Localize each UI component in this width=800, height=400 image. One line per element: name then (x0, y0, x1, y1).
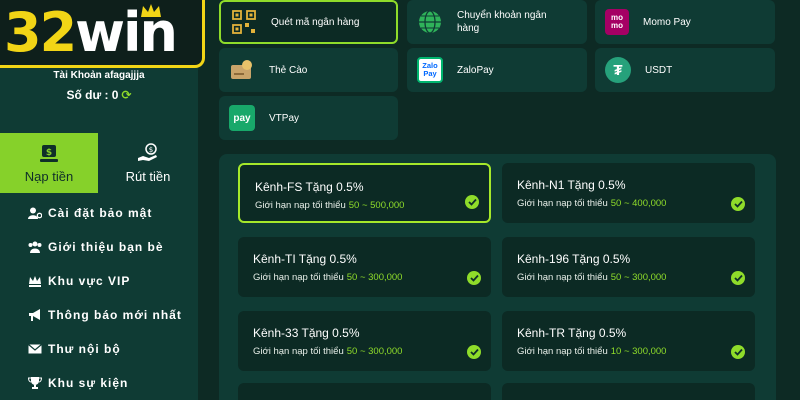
momo-icon: mo mo (605, 9, 629, 35)
payment-method-bank-transfer[interactable]: Chuyển khoản ngân hàng (407, 0, 587, 44)
menu-item-security[interactable]: Cài đặt bảo mật (0, 196, 198, 230)
payment-method-scratch-card[interactable]: Thẻ Cào (219, 48, 398, 92)
tether-icon: ₮ (605, 57, 631, 83)
menu-item-label: Khu vực VIP (48, 274, 131, 288)
channel-range: 50 ~ 300,000 (610, 272, 667, 283)
qr-code-icon (231, 9, 257, 35)
channel-limit: Giới hạn nạp tối thiểu 50 ~ 300,000 (517, 272, 667, 283)
check-icon (731, 271, 745, 285)
menu-item-notifications[interactable]: Thông báo mới nhất (0, 298, 198, 332)
channel-range: 50 ~ 300,000 (346, 346, 403, 357)
tab-withdraw-label: Rút tiền (125, 168, 171, 184)
deposit-coin-icon: $ (40, 144, 58, 162)
zalopay-icon: Zalo Pay (417, 57, 443, 83)
envelope-icon (28, 344, 42, 354)
channel-limit: Giới hạn nạp tối thiểu 50 ~ 300,000 (253, 272, 403, 283)
payment-method-label: Thẻ Cào (269, 64, 308, 76)
channel-card-n1[interactable]: Kênh-N1 Tặng 0.5% Giới hạn nạp tối thiểu… (502, 163, 755, 223)
channel-range: 50 ~ 500,000 (348, 200, 405, 211)
refresh-icon[interactable]: ⟳ (121, 88, 131, 102)
menu-item-label: Khu sự kiện (48, 376, 129, 390)
payment-method-qr-bank[interactable]: Quét mã ngân hàng (219, 0, 398, 44)
channel-title: Kênh-TR Tặng 0.5% (517, 326, 627, 340)
channel-card-partial[interactable] (502, 383, 755, 400)
menu-item-inbox[interactable]: Thư nội bộ (0, 332, 198, 366)
account-name: Tài Khoản afagajjja (53, 70, 145, 81)
check-icon (467, 271, 481, 285)
channel-title: Kênh-FS Tặng 0.5% (255, 180, 364, 194)
megaphone-icon (29, 309, 40, 321)
tab-deposit[interactable]: $ Nạp tiền (0, 133, 98, 193)
menu-item-referral[interactable]: Giới thiệu bạn bè (0, 230, 198, 264)
payment-method-label: Chuyển khoản ngân hàng (457, 10, 547, 34)
channel-card-fs[interactable]: Kênh-FS Tặng 0.5% Giới hạn nạp tối thiểu… (238, 163, 491, 223)
channel-card-partial[interactable] (238, 383, 491, 400)
tab-deposit-label: Nạp tiền (24, 168, 74, 184)
balance-text: Số dư : 0 (66, 88, 119, 102)
svg-text:$: $ (46, 148, 52, 158)
payment-method-label: Quét mã ngân hàng (271, 16, 360, 28)
menu-item-events[interactable]: Khu sự kiện (0, 366, 198, 400)
channel-title: Kênh-33 Tặng 0.5% (253, 326, 360, 340)
check-icon (731, 197, 745, 211)
balance: Số dư : 0 ⟳ (0, 88, 198, 102)
menu-item-label: Cài đặt bảo mật (48, 206, 153, 220)
svg-text:$: $ (149, 146, 153, 154)
menu-item-label: Thông báo mới nhất (48, 308, 182, 322)
scratch-card-icon (229, 57, 255, 83)
logo[interactable]: 32win (0, 0, 205, 68)
payment-method-label: Momo Pay (643, 16, 691, 28)
channel-title: Kênh-TI Tặng 0.5% (253, 252, 357, 266)
channel-limit: Giới hạn nạp tối thiểu 50 ~ 500,000 (255, 200, 405, 211)
channel-range: 50 ~ 300,000 (346, 272, 403, 283)
payment-method-momo[interactable]: mo mo Momo Pay (595, 0, 775, 44)
tab-withdraw[interactable]: $ Rút tiền (98, 133, 198, 193)
globe-icon (417, 9, 443, 35)
payment-method-vtpay[interactable]: pay VTPay (219, 96, 398, 140)
payment-method-label: USDT (645, 64, 673, 76)
vtpay-icon: pay (229, 105, 255, 131)
channel-card-ti[interactable]: Kênh-TI Tặng 0.5% Giới hạn nạp tối thiểu… (238, 237, 491, 297)
channel-range: 10 ~ 300,000 (610, 346, 667, 357)
channel-limit: Giới hạn nạp tối thiểu 50 ~ 300,000 (253, 346, 403, 357)
payment-method-label: ZaloPay (457, 64, 494, 76)
channel-range: 50 ~ 400,000 (610, 198, 667, 209)
channel-title: Kênh-196 Tặng 0.5% (517, 252, 631, 266)
payment-method-label: VTPay (269, 112, 300, 124)
check-icon (731, 345, 745, 359)
menu-item-vip[interactable]: Khu vực VIP (0, 264, 198, 298)
channel-title: Kênh-N1 Tặng 0.5% (517, 178, 626, 192)
vip-crown-icon (29, 276, 41, 287)
menu-item-label: Giới thiệu bạn bè (48, 240, 164, 254)
check-icon (465, 195, 479, 209)
hand-money-icon: $ (138, 142, 157, 161)
crown-icon (141, 4, 161, 17)
users-icon (28, 241, 42, 253)
channel-limit: Giới hạn nạp tối thiểu 10 ~ 300,000 (517, 346, 667, 357)
check-icon (467, 345, 481, 359)
user-gear-icon (28, 207, 42, 219)
trophy-icon (28, 377, 42, 389)
sidebar-menu: Cài đặt bảo mật Giới thiệu bạn bè Khu vự… (0, 196, 198, 400)
payment-method-zalopay[interactable]: Zalo Pay ZaloPay (407, 48, 587, 92)
sidebar: 32win Tài Khoản afagajjja Số dư : 0 ⟳ $ N… (0, 0, 205, 400)
channel-card-tr[interactable]: Kênh-TR Tặng 0.5% Giới hạn nạp tối thiểu… (502, 311, 755, 371)
channel-card-33[interactable]: Kênh-33 Tặng 0.5% Giới hạn nạp tối thiểu… (238, 311, 491, 371)
channel-panel: Kênh-FS Tặng 0.5% Giới hạn nạp tối thiểu… (219, 154, 776, 400)
channel-limit: Giới hạn nạp tối thiểu 50 ~ 400,000 (517, 198, 667, 209)
channel-card-196[interactable]: Kênh-196 Tặng 0.5% Giới hạn nạp tối thiể… (502, 237, 755, 297)
menu-item-label: Thư nội bộ (48, 342, 121, 356)
payment-method-usdt[interactable]: ₮ USDT (595, 48, 775, 92)
